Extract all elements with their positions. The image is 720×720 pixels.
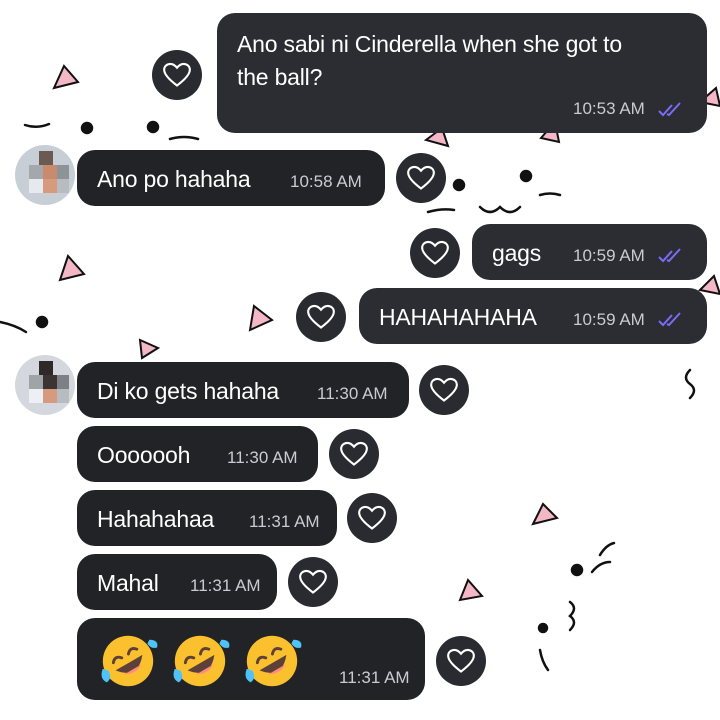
message-text: the ball? — [237, 64, 323, 90]
heart-outline-icon — [430, 377, 458, 402]
message-bubble-incoming[interactable]: 11:31 AM — [77, 618, 425, 700]
message-timestamp: 11:31 AM — [190, 576, 261, 595]
reaction-heart-button[interactable] — [419, 365, 469, 415]
message-timestamp: 11:30 AM — [317, 384, 388, 403]
message-text: Hahahahaa — [97, 506, 215, 532]
message-bubble-incoming[interactable]: Hahahahaa 11:31 AM — [77, 490, 337, 546]
message-text: gags — [492, 240, 542, 266]
reaction-heart-button[interactable] — [396, 153, 446, 203]
double-check-icon — [658, 312, 681, 327]
heart-outline-icon — [163, 62, 191, 87]
message-bubble-outgoing[interactable]: gags 10:59 AM — [472, 224, 707, 280]
message-text: Di ko gets hahaha — [97, 378, 280, 404]
double-check-icon — [658, 102, 681, 117]
heart-outline-icon — [421, 240, 449, 265]
message-bubble-outgoing[interactable]: HAHAHAHAHA 10:59 AM — [359, 288, 707, 344]
message-timestamp: 10:53 AM — [573, 99, 645, 118]
message-text: Mahal — [97, 570, 159, 596]
reaction-heart-button[interactable] — [347, 493, 397, 543]
message-text: Ano sabi ni Cinderella when she got to — [237, 31, 622, 57]
message-timestamp: 10:59 AM — [573, 246, 645, 265]
reaction-heart-button[interactable] — [329, 429, 379, 479]
heart-outline-icon — [358, 505, 386, 530]
rolling-on-floor-laughing-emoji — [101, 635, 158, 687]
message-text: Ooooooh — [97, 442, 191, 468]
rolling-on-floor-laughing-emoji — [245, 635, 302, 687]
reaction-heart-button[interactable] — [152, 50, 202, 100]
message-bubble-outgoing[interactable]: Ano sabi ni Cinderella when she got to t… — [217, 13, 707, 133]
message-bubble-incoming[interactable]: Mahal 11:31 AM — [77, 554, 277, 610]
heart-outline-icon — [447, 648, 475, 673]
message-timestamp: 11:31 AM — [339, 668, 410, 687]
reaction-heart-button[interactable] — [410, 228, 460, 278]
message-timestamp: 10:59 AM — [573, 310, 645, 329]
message-timestamp: 10:58 AM — [290, 172, 362, 191]
reaction-heart-button[interactable] — [436, 636, 486, 686]
heart-outline-icon — [407, 165, 435, 190]
avatar-image — [15, 145, 75, 205]
avatar-image — [15, 355, 75, 415]
heart-outline-icon — [307, 304, 335, 329]
avatar[interactable] — [15, 145, 75, 205]
reaction-heart-button[interactable] — [296, 292, 346, 342]
message-timestamp: 11:31 AM — [249, 512, 320, 531]
rolling-on-floor-laughing-emoji — [173, 635, 230, 687]
double-check-icon — [658, 248, 681, 263]
reaction-heart-button[interactable] — [288, 557, 338, 607]
message-timestamp: 11:30 AM — [227, 448, 298, 467]
message-bubble-incoming[interactable]: Ano po hahaha 10:58 AM — [77, 150, 385, 206]
heart-outline-icon — [340, 441, 368, 466]
message-text: Ano po hahaha — [97, 166, 251, 192]
avatar[interactable] — [15, 355, 75, 415]
message-text: HAHAHAHAHA — [379, 304, 537, 330]
message-bubble-incoming[interactable]: Di ko gets hahaha 11:30 AM — [77, 362, 409, 418]
message-bubble-incoming[interactable]: Ooooooh 11:30 AM — [77, 426, 318, 482]
heart-outline-icon — [299, 569, 327, 594]
